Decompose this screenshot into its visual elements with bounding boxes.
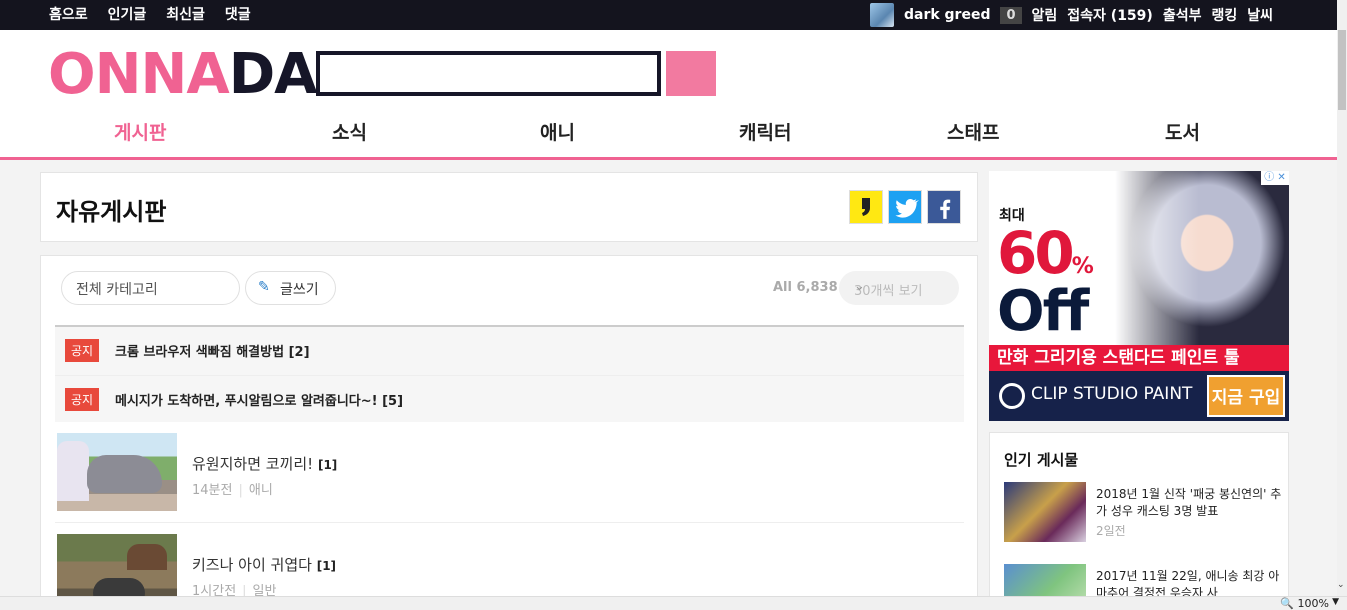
logo-part-pink: ONNA (48, 42, 230, 107)
notice-comment-count: [2] (288, 345, 310, 360)
popular-thumbnail[interactable] (1004, 482, 1086, 542)
scrollbar-thumb[interactable] (1338, 30, 1346, 110)
chevron-down-icon: ⌄ (76, 278, 87, 293)
zoom-level[interactable]: 🔍 100% (1280, 597, 1329, 610)
top-nav-home[interactable]: 홈으로 (49, 4, 88, 24)
notification-count-badge[interactable]: 0 (1000, 6, 1022, 24)
pencil-icon: ✎ (258, 279, 270, 295)
avatar[interactable] (869, 3, 894, 27)
board-list-panel: 전체 카테고리 ⌄ ✎ 글쓰기 All 6,838 30개씩 보기 ⌄ 공지 크… (40, 255, 978, 610)
share-twitter-button[interactable] (888, 190, 922, 224)
post-title[interactable]: 유원지하면 코끼리! [1] (192, 453, 337, 474)
ad-buy-button[interactable]: 지금 구입 (1207, 375, 1285, 417)
popular-posts-panel: 인기 게시물 2018년 1월 신작 '패궁 봉신연의' 추가 성우 캐스팅 3… (989, 432, 1289, 602)
post-count: All 6,838 (773, 280, 838, 295)
post-category: 애니 (248, 483, 273, 498)
nav-item-character[interactable]: 캐릭터 (739, 118, 791, 145)
write-button-label: 글쓰기 (280, 282, 319, 298)
top-link-ranking[interactable]: 랭킹 (1211, 5, 1237, 25)
ad-info-close-icon[interactable]: ⓘ ✕ (1261, 171, 1289, 185)
category-select[interactable]: 전체 카테고리 ⌄ (61, 271, 240, 305)
notice-row[interactable]: 공지 메시지가 도착하면, 푸시알림으로 알려줍니다~! [5] (55, 375, 964, 423)
top-link-weather[interactable]: 날씨 (1247, 5, 1273, 25)
per-page-select[interactable]: 30개씩 보기 ⌄ (839, 271, 959, 305)
post-comment-count: [1] (316, 559, 337, 573)
top-link-online-users[interactable]: 접속자 (159) (1067, 5, 1153, 25)
top-nav: 홈으로 인기글 최신글 댓글 (49, 4, 251, 24)
top-link-attendance[interactable]: 출석부 (1163, 5, 1202, 25)
nav-item-staff[interactable]: 스태프 (947, 118, 999, 145)
page-title: 자유게시판 (56, 198, 167, 226)
site-logo[interactable]: ONNADA (48, 42, 318, 107)
twitter-icon (895, 198, 919, 218)
notice-badge: 공지 (65, 388, 100, 411)
notice-title: 메시지가 도착하면, 푸시알림으로 알려줍니다~! [5] (115, 394, 404, 409)
notice-list: 공지 크롬 브라우저 색빠짐 해결방법 [2] 공지 메시지가 도착하면, 푸시… (55, 325, 964, 422)
top-nav-comments[interactable]: 댓글 (225, 4, 251, 24)
popular-title[interactable]: 2018년 1월 신작 '패궁 봉신연의' 추가 성우 캐스팅 3명 발표 (1096, 486, 1282, 520)
logo-part-dark: DA (228, 42, 318, 107)
nav-item-books[interactable]: 도서 (1165, 118, 1200, 145)
user-menu: dark greed 0 알림 접속자 (159) 출석부 랭킹 날씨 (869, 3, 1273, 27)
notice-badge: 공지 (65, 339, 100, 362)
nav-item-board[interactable]: 게시판 (114, 118, 166, 145)
zoom-dropdown-icon[interactable]: ▼ (1332, 597, 1339, 607)
popular-time: 2일전 (1096, 524, 1126, 538)
post-row[interactable]: 유원지하면 코끼리! [1] 14분전 | 애니 (55, 423, 964, 523)
chevron-down-icon: ⌄ (854, 279, 865, 294)
clip-studio-logo-icon (999, 383, 1025, 409)
vertical-scrollbar[interactable]: ⌄ (1337, 0, 1347, 596)
share-facebook-button[interactable] (927, 190, 961, 224)
kakao-icon (862, 198, 870, 216)
nav-item-anime[interactable]: 애니 (540, 118, 575, 145)
notice-comment-count: [5] (382, 394, 404, 409)
username[interactable]: dark greed (904, 7, 991, 23)
search-input[interactable] (316, 51, 661, 96)
popular-heading: 인기 게시물 (1004, 451, 1079, 469)
popular-item[interactable]: 2017년 11월 22일, 애니송 최강 아마추어 결정전 우승자 사 (1004, 564, 1284, 600)
nav-item-news[interactable]: 소식 (332, 118, 367, 145)
popular-thumbnail[interactable] (1004, 564, 1086, 600)
popular-item[interactable]: 2018년 1월 신작 '패궁 봉신연의' 추가 성우 캐스팅 3명 발표 2일… (1004, 482, 1284, 544)
scroll-down-icon[interactable]: ⌄ (1337, 580, 1345, 590)
ad-tagline: 만화 그리기용 스탠다드 페인트 툴 (989, 345, 1289, 371)
post-time: 14분전 (192, 483, 233, 498)
top-nav-popular[interactable]: 인기글 (108, 4, 147, 24)
ad-off-text: Off (997, 279, 1089, 344)
post-title[interactable]: 키즈나 아이 귀엽다 [1] (192, 554, 336, 575)
write-button[interactable]: ✎ 글쓰기 (245, 271, 336, 305)
top-bar: 홈으로 인기글 최신글 댓글 dark greed 0 알림 접속자 (159)… (0, 0, 1337, 30)
sidebar-ad-banner[interactable]: ⓘ ✕ 최대 60% Off 만화 그리기용 스탠다드 페인트 툴 CLIP S… (989, 171, 1289, 421)
post-meta: 14분전 | 애니 (192, 483, 273, 498)
board-header-panel: 자유게시판 (40, 172, 978, 242)
notice-title: 크롬 브라우저 색빠짐 해결방법 [2] (115, 345, 310, 360)
notice-row[interactable]: 공지 크롬 브라우저 색빠짐 해결방법 [2] (55, 327, 964, 375)
browser-status-bar: 🔍 100% ▼ (0, 596, 1347, 610)
top-link-alerts[interactable]: 알림 (1032, 5, 1058, 25)
search-button[interactable] (666, 51, 716, 96)
top-nav-latest[interactable]: 최신글 (166, 4, 205, 24)
zoom-icon: 🔍 (1280, 597, 1295, 610)
post-thumbnail[interactable] (57, 433, 177, 511)
facebook-icon (940, 199, 951, 219)
ad-footer: CLIP STUDIO PAINT 지금 구입 (989, 371, 1289, 421)
share-kakao-button[interactable] (849, 190, 883, 224)
ad-brand: CLIP STUDIO PAINT (1031, 384, 1193, 404)
main-nav: 게시판 소식 애니 캐릭터 스태프 도서 (38, 115, 1328, 151)
post-comment-count: [1] (317, 458, 338, 472)
